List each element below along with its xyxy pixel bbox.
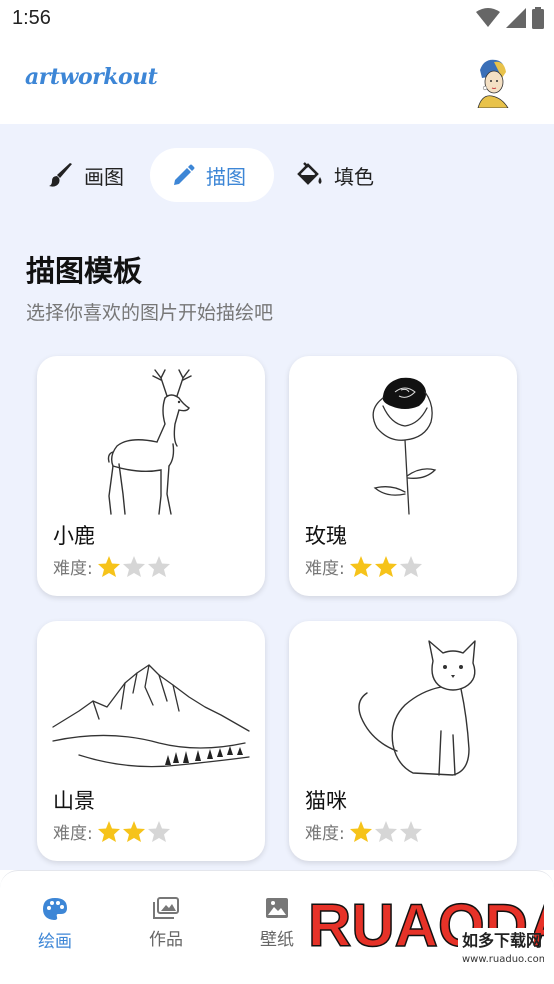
app-logo: artworkout [25, 64, 158, 90]
star-filled-icon [349, 556, 372, 577]
brush-icon [49, 163, 72, 187]
template-card-mountain[interactable]: 山景 难度: [37, 621, 265, 861]
nav-paint-label: 绘画 [38, 932, 72, 952]
star-filled-icon [97, 556, 120, 577]
tab-trace-label: 描图 [206, 164, 246, 189]
difficulty-stars [97, 555, 171, 578]
star-empty-icon [399, 821, 422, 842]
status-bar: 1:56 [0, 0, 554, 38]
difficulty-row: 难度: [305, 819, 423, 844]
section-title: 描图模板 [26, 254, 143, 288]
card-name: 山景 [53, 789, 95, 813]
palette-icon [43, 898, 67, 920]
cat-illustration [358, 640, 476, 776]
pencil-icon [174, 164, 195, 185]
card-name: 猫咪 [305, 789, 347, 813]
difficulty-stars [97, 820, 171, 843]
mode-tab-bar: 画图 描图 填色 [26, 148, 398, 202]
template-card-deer[interactable]: 小鹿 难度: [37, 356, 265, 596]
difficulty-label: 难度: [305, 824, 345, 844]
status-time: 1:56 [12, 7, 51, 29]
watermark-tagline: 如多下载网 [462, 931, 542, 950]
signal-icon [506, 8, 526, 28]
difficulty-label: 难度: [53, 824, 93, 844]
tab-draw[interactable]: 画图 [26, 148, 150, 202]
difficulty-row: 难度: [53, 554, 171, 579]
nav-wallpaper[interactable]: 壁纸 [241, 897, 313, 950]
tab-fill-label: 填色 [334, 164, 374, 189]
image-icon [266, 898, 288, 918]
star-filled-icon [349, 821, 372, 842]
paint-bucket-icon [297, 162, 322, 185]
nav-works-label: 作品 [149, 930, 183, 950]
gallery-icon [153, 897, 179, 919]
difficulty-label: 难度: [53, 559, 93, 579]
star-empty-icon [374, 821, 397, 842]
tab-trace[interactable]: 描图 [150, 148, 274, 202]
deer-illustration [107, 369, 192, 515]
tab-draw-label: 画图 [84, 164, 124, 189]
star-filled-icon [374, 556, 397, 577]
avatar[interactable] [470, 54, 514, 108]
star-filled-icon [122, 821, 145, 842]
battery-icon [532, 7, 544, 29]
star-empty-icon [147, 821, 170, 842]
difficulty-stars [349, 820, 423, 843]
status-icons [476, 7, 544, 29]
template-card-rose[interactable]: 玫瑰 难度: [289, 356, 517, 596]
difficulty-label: 难度: [305, 559, 345, 579]
star-empty-icon [122, 556, 145, 577]
star-empty-icon [399, 556, 422, 577]
nav-works[interactable]: 作品 [130, 897, 202, 950]
nav-paint[interactable]: 绘画 [19, 897, 91, 952]
pearl-earring-girl-icon [470, 54, 514, 108]
template-card-cat[interactable]: 猫咪 难度: [289, 621, 517, 861]
star-empty-icon [147, 556, 170, 577]
app-header: artworkout [0, 38, 554, 124]
watermark-url: www.ruaduo.com [462, 954, 544, 965]
tab-fill[interactable]: 填色 [274, 148, 398, 202]
difficulty-row: 难度: [305, 554, 423, 579]
nav-wallpaper-label: 壁纸 [260, 930, 294, 950]
difficulty-row: 难度: [53, 819, 171, 844]
main-content: 画图 描图 填色 描图模板 选择你喜欢的图片开始描绘吧 小鹿 难度: 玫瑰 难度… [0, 124, 554, 870]
star-filled-icon [97, 821, 120, 842]
wifi-icon [476, 8, 500, 27]
card-name: 玫瑰 [305, 524, 347, 548]
watermark-logo: RUAODAO 如多下载网 www.ruaduo.com [308, 891, 544, 965]
rose-illustration [372, 377, 437, 515]
card-name: 小鹿 [53, 524, 95, 548]
mountain-illustration [52, 664, 250, 768]
section-subtitle: 选择你喜欢的图片开始描绘吧 [26, 302, 274, 324]
difficulty-stars [349, 555, 423, 578]
